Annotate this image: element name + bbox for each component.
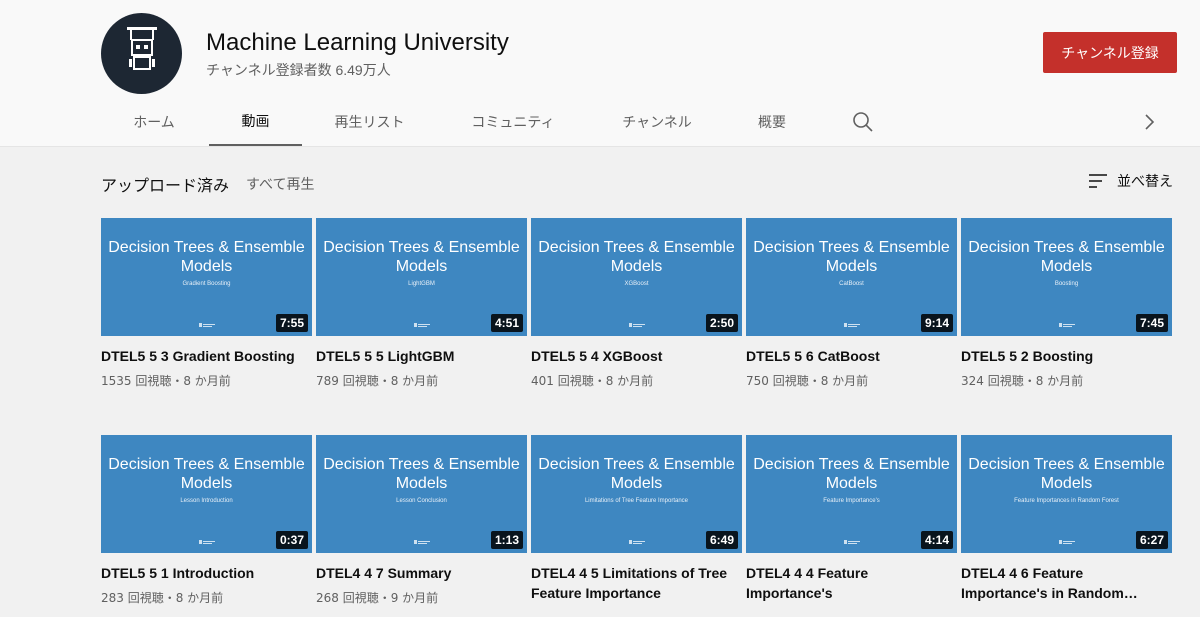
video-title[interactable]: DTEL4 4 6 Feature Importance's in Random… [961,563,1161,603]
thumbnail-title: Decision Trees & Ensemble Models [108,456,305,492]
video-title[interactable]: DTEL4 4 5 Limitations of Tree Feature Im… [531,563,731,603]
video-title[interactable]: DTEL5 5 4 XGBoost [531,346,731,366]
mlu-logo-icon [414,540,430,544]
video-card[interactable]: Decision Trees & Ensemble Models Boostin… [961,218,1172,389]
tab-channels[interactable]: チャンネル [603,98,711,146]
channel-header: Machine Learning University チャンネル登録者数 6.… [0,0,1200,146]
video-duration: 4:51 [490,314,523,332]
mlu-logo-icon [844,540,860,544]
robot-logo-icon [127,27,157,70]
video-meta: 268 回視聴・9 か月前 [316,591,439,605]
subscribe-button[interactable]: チャンネル登録 [1043,32,1177,73]
subscriber-count: チャンネル登録者数 6.49万人 [206,62,391,78]
channel-name: Machine Learning University [206,29,509,56]
video-thumbnail[interactable]: Decision Trees & Ensemble Models Boostin… [961,218,1172,336]
video-thumbnail[interactable]: Decision Trees & Ensemble Models Lesson … [101,435,312,553]
video-duration: 9:14 [920,314,953,332]
video-card[interactable]: Decision Trees & Ensemble Models CatBoos… [746,218,957,389]
video-card[interactable]: Decision Trees & Ensemble Models Gradien… [101,218,312,389]
thumbnail-subtitle: Feature Importances in Random Forest [1014,498,1119,504]
video-duration: 7:55 [275,314,308,332]
video-meta: 1535 回視聴・8 か月前 [101,374,231,388]
thumbnail-title: Decision Trees & Ensemble Models [323,239,520,275]
video-title[interactable]: DTEL5 5 1 Introduction [101,563,301,583]
mlu-logo-icon [1059,323,1075,327]
video-card[interactable]: Decision Trees & Ensemble Models Lesson … [316,435,527,606]
channel-tabs: ホーム 動画 再生リスト コミュニティ チャンネル 概要 [0,98,1200,146]
thumbnail-title: Decision Trees & Ensemble Models [968,456,1165,492]
thumbnail-subtitle: XGBoost [624,281,649,287]
video-meta: 324 回視聴・8 か月前 [961,374,1084,388]
mlu-logo-icon [414,323,430,327]
tab-videos[interactable]: 動画 [209,98,302,146]
thumbnail-title: Decision Trees & Ensemble Models [538,239,735,275]
video-duration: 7:45 [1135,314,1168,332]
channel-avatar[interactable] [101,13,182,94]
thumbnail-subtitle: Feature Importance's [823,498,880,504]
video-thumbnail[interactable]: Decision Trees & Ensemble Models Limitat… [531,435,742,553]
video-title[interactable]: DTEL5 5 5 LightGBM [316,346,516,366]
video-duration: 6:27 [1135,531,1168,549]
thumbnail-title: Decision Trees & Ensemble Models [753,239,950,275]
video-thumbnail[interactable]: Decision Trees & Ensemble Models Feature… [961,435,1172,553]
thumbnail-subtitle: Boosting [1054,281,1079,287]
mlu-logo-icon [199,323,215,327]
video-thumbnail[interactable]: Decision Trees & Ensemble Models Lesson … [316,435,527,553]
video-thumbnail[interactable]: Decision Trees & Ensemble Models LightGB… [316,218,527,336]
video-duration: 4:14 [920,531,953,549]
tab-home[interactable]: ホーム [101,98,207,146]
tab-community[interactable]: コミュニティ [454,98,572,146]
sort-button[interactable]: 並べ替え [1088,170,1173,192]
thumbnail-title: Decision Trees & Ensemble Models [753,456,950,492]
video-meta: 789 回視聴・8 か月前 [316,374,439,388]
video-card[interactable]: Decision Trees & Ensemble Models LightGB… [316,218,527,389]
search-icon[interactable] [851,110,875,134]
video-card[interactable]: Decision Trees & Ensemble Models Feature… [961,435,1172,609]
thumbnail-subtitle: CatBoost [839,281,864,287]
mlu-logo-icon [844,323,860,327]
video-title[interactable]: DTEL5 5 2 Boosting [961,346,1161,366]
video-title[interactable]: DTEL4 4 4 Feature Importance's [746,563,946,603]
video-meta: 750 回視聴・8 か月前 [746,374,869,388]
thumbnail-subtitle: LightGBM [408,281,435,287]
video-duration: 1:13 [490,531,523,549]
play-all-link[interactable]: すべて再生 [246,174,314,194]
thumbnail-subtitle: Gradient Boosting [182,281,231,287]
mlu-logo-icon [629,323,645,327]
video-meta: 401 回視聴・8 か月前 [531,374,654,388]
video-title[interactable]: DTEL5 5 6 CatBoost [746,346,946,366]
video-title[interactable]: DTEL4 4 7 Summary [316,563,516,583]
video-duration: 6:49 [705,531,738,549]
video-card[interactable]: Decision Trees & Ensemble Models Lesson … [101,435,312,606]
chevron-right-icon[interactable] [1140,110,1160,134]
video-title[interactable]: DTEL5 5 3 Gradient Boosting [101,346,301,366]
thumbnail-subtitle: Lesson Conclusion [396,498,447,504]
thumbnail-subtitle: Lesson Introduction [180,498,233,504]
thumbnail-title: Decision Trees & Ensemble Models [968,239,1165,275]
sort-icon [1089,174,1107,188]
video-thumbnail[interactable]: Decision Trees & Ensemble Models Feature… [746,435,957,553]
sort-label: 並べ替え [1117,174,1173,190]
section-title: アップロード済み [101,176,230,195]
video-card[interactable]: Decision Trees & Ensemble Models Feature… [746,435,957,609]
video-card[interactable]: Decision Trees & Ensemble Models XGBoost… [531,218,742,389]
video-meta: 283 回視聴・8 か月前 [101,591,224,605]
video-thumbnail[interactable]: Decision Trees & Ensemble Models XGBoost… [531,218,742,336]
thumbnail-title: Decision Trees & Ensemble Models [538,456,735,492]
video-card[interactable]: Decision Trees & Ensemble Models Limitat… [531,435,742,609]
video-duration: 0:37 [275,531,308,549]
thumbnail-title: Decision Trees & Ensemble Models [108,239,305,275]
tab-about[interactable]: 概要 [736,98,808,146]
mlu-logo-icon [629,540,645,544]
tab-playlists[interactable]: 再生リスト [316,98,423,146]
video-thumbnail[interactable]: Decision Trees & Ensemble Models CatBoos… [746,218,957,336]
mlu-logo-icon [199,540,215,544]
mlu-logo-icon [1059,540,1075,544]
thumbnail-title: Decision Trees & Ensemble Models [323,456,520,492]
video-thumbnail[interactable]: Decision Trees & Ensemble Models Gradien… [101,218,312,336]
video-duration: 2:50 [705,314,738,332]
thumbnail-subtitle: Limitations of Tree Feature Importance [584,498,689,504]
